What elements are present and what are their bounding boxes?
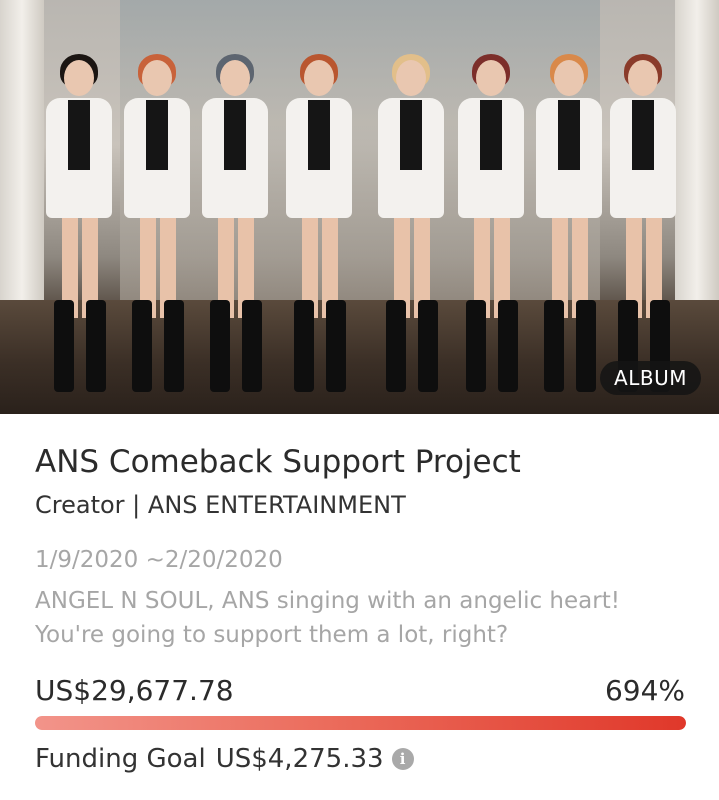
group-member-figure: [118, 54, 196, 392]
funding-goal-label: Funding Goal: [35, 744, 206, 774]
group-member-figure: [530, 54, 608, 392]
creator-separator: |: [132, 491, 141, 519]
project-title[interactable]: ANS Comeback Support Project: [35, 444, 521, 480]
funded-percent: 694%: [604, 674, 685, 707]
left-pillar: [0, 0, 44, 310]
info-icon[interactable]: i: [391, 748, 414, 770]
creator-label: Creator: [35, 491, 125, 519]
project-date-range: 1/9/2020 ~2/20/2020: [35, 547, 283, 573]
funding-goal-value: US$4,275.33: [215, 744, 384, 774]
group-member-figure: [372, 54, 450, 392]
funding-progress-bar: [35, 716, 686, 730]
project-cover-image[interactable]: ALBUM: [0, 0, 719, 414]
creator-line: Creator | ANS ENTERTAINMENT: [35, 491, 406, 519]
funding-progress-fill: [35, 716, 686, 730]
group-member-figure: [604, 54, 682, 392]
group-member-figure: [280, 54, 358, 392]
group-member-figure: [452, 54, 530, 392]
creator-name[interactable]: ANS ENTERTAINMENT: [148, 491, 406, 519]
funded-amount: US$29,677.78: [35, 674, 234, 707]
group-member-figure: [40, 54, 118, 392]
album-badge: ALBUM: [600, 361, 701, 395]
funding-goal: Funding Goal US$4,275.33 i: [35, 744, 414, 774]
project-description: ANGEL N SOUL, ANS singing with an angeli…: [35, 588, 620, 648]
group-member-figure: [196, 54, 274, 392]
